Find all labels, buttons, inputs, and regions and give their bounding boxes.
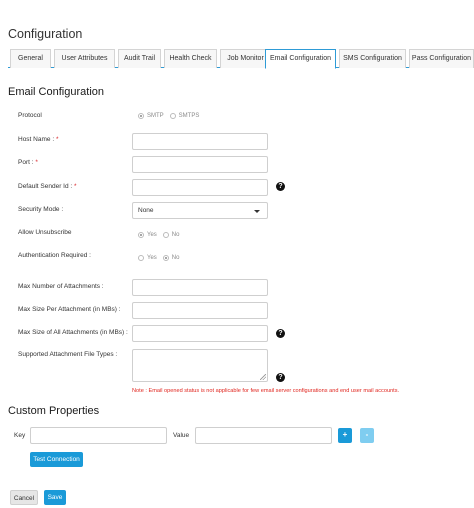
auth-no-label: No <box>171 255 180 261</box>
protocol-smtps-radio[interactable] <box>169 113 176 119</box>
max-size-per-input[interactable] <box>132 302 268 319</box>
host-name-label: Host Name : * <box>18 136 58 143</box>
value-input[interactable] <box>195 427 332 444</box>
protocol-radio-group: SMTP SMTPS <box>138 113 202 119</box>
caret-down-icon <box>254 210 260 213</box>
max-size-all-label: Max Size of All Attachments (in MBs) : <box>18 329 128 336</box>
required-mark: * <box>35 159 38 166</box>
port-label-text: Port : <box>18 159 34 166</box>
default-sender-label-text: Default Sender Id : <box>18 183 73 190</box>
protocol-smtp-radio[interactable] <box>138 113 144 119</box>
max-size-all-input[interactable] <box>132 325 268 342</box>
unsubscribe-no-radio[interactable] <box>162 232 169 238</box>
remove-property-button[interactable]: - <box>360 428 374 443</box>
max-attachments-label: Max Number of Attachments : <box>18 283 104 290</box>
protocol-smtps-label: SMTPS <box>178 113 200 119</box>
key-label: Key <box>14 432 26 439</box>
custom-properties-title: Custom Properties <box>8 405 100 417</box>
key-input[interactable] <box>30 427 167 444</box>
security-mode-label: Security Mode : <box>18 206 64 213</box>
tab-user-attributes[interactable]: User Attributes <box>54 49 115 68</box>
allow-unsubscribe-label: Allow Unsubscribe <box>18 229 72 236</box>
resize-grip-icon[interactable] <box>260 374 266 380</box>
host-name-input[interactable] <box>132 133 268 150</box>
save-button[interactable]: Save <box>44 490 66 505</box>
cancel-button[interactable]: Cancel <box>10 490 38 505</box>
required-mark: * <box>55 136 59 143</box>
tab-audit-trail[interactable]: Audit Trail <box>118 49 161 68</box>
email-note: Note : Email opened status is not applic… <box>132 388 400 394</box>
port-input[interactable] <box>132 156 268 173</box>
value-label: Value <box>173 432 190 439</box>
security-mode-value: None <box>138 207 154 214</box>
email-section-title: Email Configuration <box>8 86 104 98</box>
auth-yes-radio[interactable] <box>138 255 144 261</box>
help-circle-icon[interactable]: ? <box>276 329 285 338</box>
auth-required-label: Authentication Required : <box>18 252 91 259</box>
help-circle-icon[interactable]: ? <box>276 182 285 191</box>
auth-required-radio-group: Yes No <box>138 255 182 261</box>
protocol-smtp-label: SMTP <box>147 113 164 119</box>
file-types-textarea[interactable] <box>132 349 268 382</box>
tab-sms-configuration[interactable]: SMS Configuration <box>339 49 406 68</box>
port-label: Port : * <box>18 159 38 166</box>
help-circle-icon[interactable]: ? <box>276 373 285 382</box>
test-connection-button[interactable]: Test Connection <box>30 452 83 467</box>
allow-unsubscribe-radio-group: Yes No <box>138 232 182 238</box>
tab-pass-configuration[interactable]: Pass Configuration <box>409 49 474 68</box>
unsubscribe-no-label: No <box>171 232 180 238</box>
file-types-label: Supported Attachment File Types : <box>18 351 118 358</box>
tab-general[interactable]: General <box>10 49 51 68</box>
host-name-label-text: Host Name : <box>18 136 55 143</box>
tab-health-check[interactable]: Health Check <box>164 49 217 68</box>
unsubscribe-yes-radio[interactable] <box>138 232 144 238</box>
tab-job-monitor[interactable]: Job Monitor <box>220 49 271 68</box>
unsubscribe-yes-label: Yes <box>147 232 157 238</box>
auth-yes-label: Yes <box>147 255 157 261</box>
page-title: Configuration <box>8 27 83 41</box>
security-mode-select[interactable]: None <box>132 202 268 219</box>
auth-no-radio[interactable] <box>162 255 169 261</box>
default-sender-input[interactable] <box>132 179 268 196</box>
protocol-label: Protocol <box>18 112 42 119</box>
max-attachments-input[interactable] <box>132 279 268 296</box>
default-sender-label: Default Sender Id : * <box>18 183 77 190</box>
add-property-button[interactable]: + <box>338 428 352 443</box>
tab-email-configuration[interactable]: Email Configuration <box>265 49 336 69</box>
tab-bar: General User Attributes Audit Trail Heal… <box>8 49 474 69</box>
max-size-per-label: Max Size Per Attachment (in MBs) : <box>18 306 121 313</box>
required-mark: * <box>74 183 77 190</box>
